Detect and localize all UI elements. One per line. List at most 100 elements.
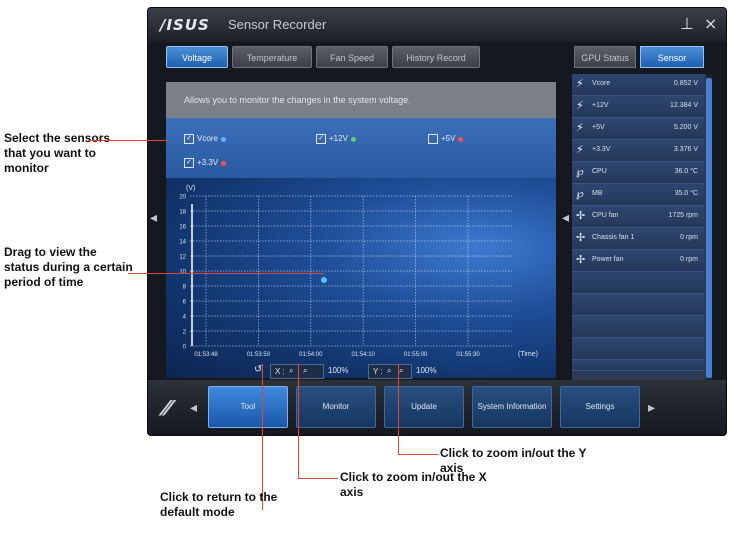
checkbox-checked-icon: ✓ xyxy=(316,134,326,144)
sensor-row: ✢ CPU fan 1725 rpm xyxy=(572,206,704,228)
sensor-value: 3.376 V xyxy=(673,146,698,153)
sensor-row: ℘ CPU 36.0 °C xyxy=(572,162,704,184)
title-bar[interactable]: /ISUS Sensor Recorder ⊥ × xyxy=(148,8,726,42)
chart-svg[interactable]: (V) 20181614121086420 01:53:4801:53:5001… xyxy=(166,178,556,378)
series-color-dot xyxy=(350,136,356,142)
x-tick-label: 01:54:00 xyxy=(299,352,323,358)
tab-sensor[interactable]: Sensor xyxy=(640,46,704,68)
sensor-name: Vcore xyxy=(592,80,611,87)
bottom-nav-bar: ⁄⁄ ◂ Tool Monitor Update System Informat… xyxy=(148,380,726,435)
checkbox-vcore[interactable]: ✓ Vcore xyxy=(184,134,226,144)
series-color-dot xyxy=(220,136,226,142)
ai-suite-logo-icon: ⁄⁄ xyxy=(164,396,171,420)
checkbox-label: +5V xyxy=(441,134,456,144)
tab-history-record[interactable]: History Record xyxy=(392,46,480,68)
checkbox-checked-icon: ✓ xyxy=(184,158,194,168)
sensor-row: ⚡ +12V 12.384 V xyxy=(572,96,704,118)
checkbox-checked-icon: ✓ xyxy=(184,134,194,144)
lightning-icon: ⚡ xyxy=(576,99,584,112)
callout-line-select xyxy=(88,140,168,141)
sensor-value: 36.0 °C xyxy=(674,168,698,175)
tab-temperature[interactable]: Temperature xyxy=(232,46,312,68)
thermometer-icon: ℘ xyxy=(576,187,584,200)
sensor-row: ✢ Chassis fan 1 0 rpm xyxy=(572,228,704,250)
y-tick-label: 2 xyxy=(183,330,187,336)
nav-prev-icon[interactable]: ◂ xyxy=(190,400,197,416)
x-unit-label: (Time) xyxy=(518,351,538,358)
chevron-right-icon[interactable]: ◂ xyxy=(562,210,569,226)
callout-line-drag xyxy=(128,273,324,274)
tab-voltage[interactable]: Voltage xyxy=(166,46,228,68)
tab-gpu-status[interactable]: GPU Status xyxy=(574,46,636,68)
sensor-name: +5V xyxy=(592,124,605,131)
empty-sensor-row xyxy=(572,316,704,338)
nav-system-information-button[interactable]: System Information xyxy=(472,386,552,428)
sensor-name: Power fan xyxy=(592,256,624,263)
empty-sensor-row xyxy=(572,294,704,316)
nav-settings-button[interactable]: Settings xyxy=(560,386,640,428)
drag-cursor-dot[interactable] xyxy=(321,277,327,283)
x-tick-label: 01:55:30 xyxy=(456,352,480,358)
sensor-value: 35.0 °C xyxy=(674,190,698,197)
y-zoom-control: Y : ⌕ ⌕ xyxy=(368,364,412,379)
pin-icon[interactable]: ⊥ xyxy=(680,14,694,33)
voltage-chart[interactable]: (V) 20181614121086420 01:53:4801:53:5001… xyxy=(166,178,556,379)
callout-reset: Click to return to the default mode xyxy=(160,490,278,519)
thermometer-icon: ℘ xyxy=(576,165,584,178)
sensor-name: CPU fan xyxy=(592,212,619,219)
nav-monitor-button[interactable]: Monitor xyxy=(296,386,376,428)
x-tick-labels: 01:53:48 01:53:50 01:54:00 01:54:10 01:55:00… xyxy=(194,352,480,358)
y-tick-label: 8 xyxy=(183,285,187,291)
checkbox-unchecked-icon xyxy=(428,134,438,144)
x-zoom-control: X : ⌕ ⌕ xyxy=(270,364,324,379)
checkbox-3v3[interactable]: ✓ +3.3V xyxy=(184,158,227,168)
checkbox-12v[interactable]: ✓ +12V xyxy=(316,134,356,144)
chevron-left-icon[interactable]: ◂ xyxy=(150,210,157,226)
sensor-value: 0 rpm xyxy=(680,256,698,263)
zoom-in-icon[interactable]: ⌕ xyxy=(289,366,293,376)
callout-zoom-y: Click to zoom in/out the Y axis xyxy=(440,446,587,475)
x-zoom-prefix: X : xyxy=(275,367,285,376)
checkbox-5v[interactable]: +5V xyxy=(428,134,464,144)
y-tick-label: 6 xyxy=(183,300,187,306)
zoom-out-icon[interactable]: ⌕ xyxy=(399,366,403,376)
nav-tool-button[interactable]: Tool xyxy=(208,386,288,428)
callout-drag: Drag to view the status during a certain… xyxy=(4,245,133,289)
tab-description: Allows you to monitor the changes in the… xyxy=(166,82,556,118)
window-title: Sensor Recorder xyxy=(228,17,327,32)
sensor-value: 0 rpm xyxy=(680,234,698,241)
sensor-name: CPU xyxy=(592,168,607,175)
sensor-value: 0.852 V xyxy=(673,80,698,87)
y-tick-label: 14 xyxy=(179,240,186,246)
callout-line-zoom-x-v xyxy=(298,364,299,478)
x-tick-label: 01:53:48 xyxy=(194,352,218,358)
nav-update-button[interactable]: Update xyxy=(384,386,464,428)
sensor-value: 12.384 V xyxy=(669,102,698,109)
empty-sensor-row xyxy=(572,360,704,371)
sensor-row: ⚡ +3.3V 3.376 V xyxy=(572,140,704,162)
sensor-list-scrollbar[interactable] xyxy=(706,74,712,390)
sensor-row: ⚡ Vcore 0.852 V xyxy=(572,74,704,96)
y-unit-label: (V) xyxy=(186,185,195,192)
zoom-in-icon[interactable]: ⌕ xyxy=(387,366,391,376)
tab-fan-speed[interactable]: Fan Speed xyxy=(316,46,388,68)
fan-icon: ✢ xyxy=(576,231,586,244)
y-tick-label: 12 xyxy=(179,255,186,261)
close-icon[interactable]: × xyxy=(704,14,717,33)
callout-line-reset xyxy=(262,364,263,510)
nav-next-icon[interactable]: ▸ xyxy=(648,400,655,416)
sensor-value: 1725 rpm xyxy=(668,212,698,219)
lightning-icon: ⚡ xyxy=(576,121,584,134)
zoom-out-icon[interactable]: ⌕ xyxy=(303,366,307,376)
sensor-status-panel: GPU Status Sensor ⚡ Vcore 0.852 V ⚡ +12V 12.3… xyxy=(572,46,718,390)
scrollbar-thumb[interactable] xyxy=(706,78,712,378)
y-tick-label: 20 xyxy=(179,195,186,201)
asus-logo: /ISUS xyxy=(160,16,210,34)
y-zoom-prefix: Y : xyxy=(373,367,383,376)
x-zoom-value: 100% xyxy=(328,366,349,375)
y-tick-label: 4 xyxy=(183,315,187,321)
checkbox-label: +3.3V xyxy=(197,158,219,168)
callout-line-zoom-y-h xyxy=(398,454,438,455)
y-gridlines xyxy=(190,195,512,347)
y-tick-label: 18 xyxy=(179,210,186,216)
